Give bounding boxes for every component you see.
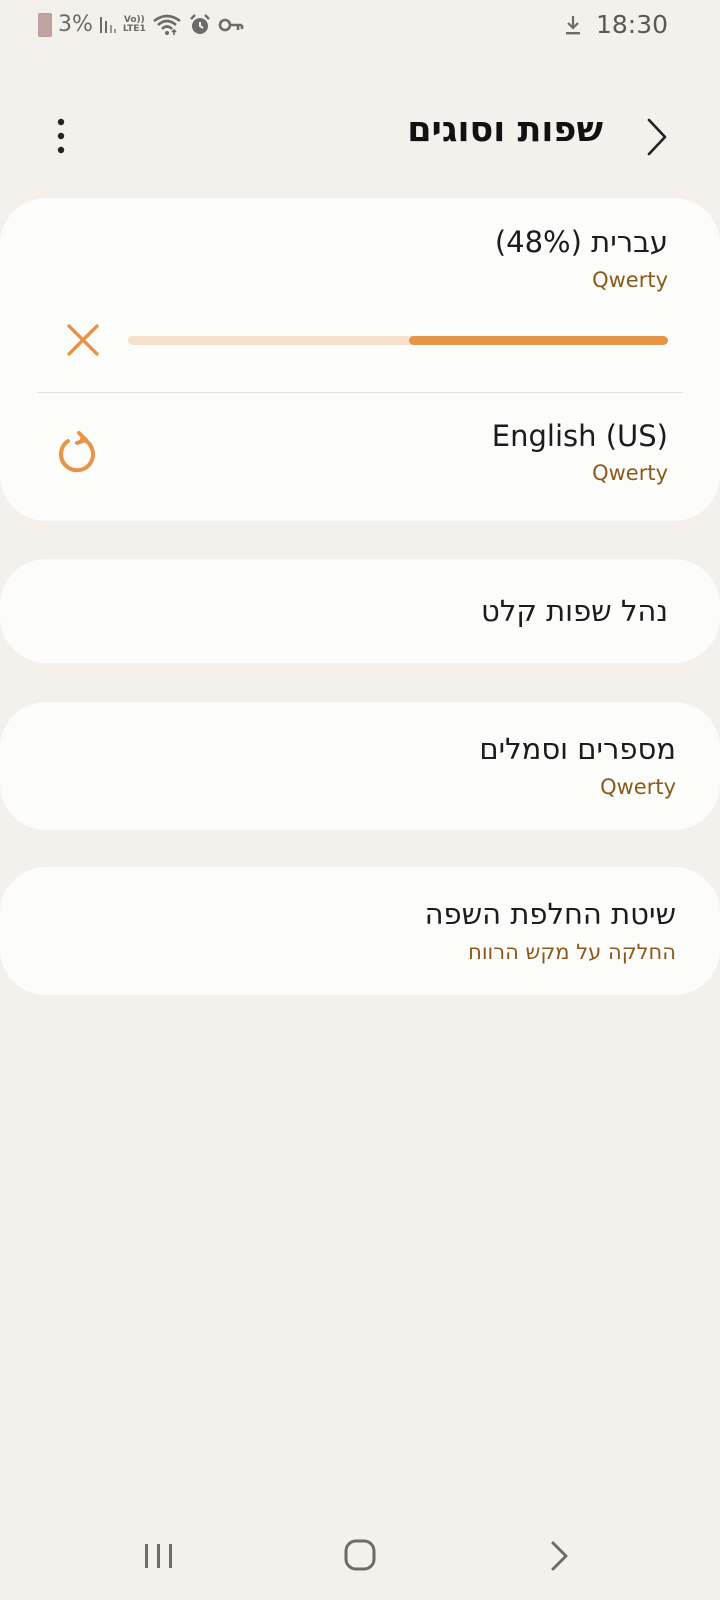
download-icon xyxy=(565,15,580,34)
page-title: שפות וסוגים xyxy=(407,110,603,150)
language-switching-label: שיטת החלפת השפה xyxy=(424,897,676,931)
numbers-symbols-value: Qwerty xyxy=(600,775,676,799)
signal-icon xyxy=(99,16,116,33)
numbers-symbols-label: מספרים וסמלים xyxy=(479,732,676,766)
language-switching-value: החלקה על מקש הרווח xyxy=(468,940,676,964)
key-icon xyxy=(218,18,244,31)
manage-languages-label: נהל שפות קלט xyxy=(481,594,668,628)
recents-icon[interactable] xyxy=(143,1540,175,1572)
language-name: עברית (48%) xyxy=(494,225,668,259)
navigation-bar xyxy=(0,1500,720,1600)
back-icon[interactable] xyxy=(548,1540,572,1572)
refresh-icon[interactable] xyxy=(52,431,100,479)
battery-icon xyxy=(38,12,52,37)
wifi-icon xyxy=(152,14,181,35)
cancel-icon[interactable] xyxy=(62,319,104,361)
divider xyxy=(37,392,683,393)
battery-percent: 3% xyxy=(58,12,93,37)
language-name: English (US) xyxy=(491,419,668,453)
alarm-icon xyxy=(189,13,210,34)
download-progress-fill xyxy=(408,336,668,345)
language-layout: Qwerty xyxy=(592,268,668,292)
download-progress-bar xyxy=(128,336,668,345)
app-header: שפות וסוגים xyxy=(0,100,720,172)
language-switching-item[interactable]: שיטת החלפת השפה החלקה על מקש הרווח xyxy=(0,867,720,995)
language-layout: Qwerty xyxy=(592,461,668,485)
manage-input-languages-item[interactable]: נהל שפות קלט xyxy=(0,559,720,663)
clock: 18:30 xyxy=(595,10,668,39)
back-chevron-icon[interactable] xyxy=(632,112,682,162)
status-right: 18:30 xyxy=(564,10,668,39)
languages-card: עברית (48%) Qwerty English (US) Qwerty xyxy=(0,198,720,521)
status-bar: 3% Vo)) LTE1 18:30 xyxy=(0,0,720,52)
numbers-symbols-item[interactable]: מספרים וסמלים Qwerty xyxy=(0,702,720,830)
more-options-icon[interactable] xyxy=(45,116,77,156)
status-left: 3% Vo)) LTE1 xyxy=(38,12,244,37)
volte-icon: Vo)) LTE1 xyxy=(122,14,146,34)
home-icon[interactable] xyxy=(343,1538,377,1572)
